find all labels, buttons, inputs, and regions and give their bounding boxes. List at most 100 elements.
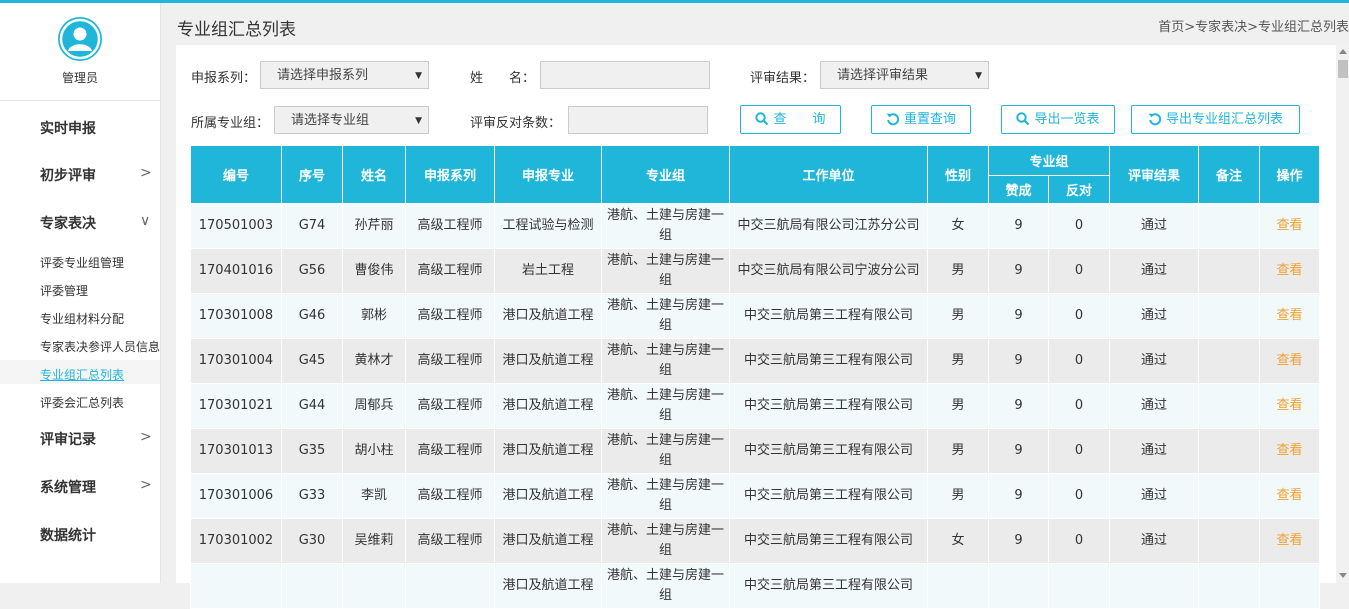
cell-unit: 中交三航局第三工程有限公司 [729, 563, 928, 609]
cell-id: 170501003 [190, 203, 282, 249]
header-gender: 性别 [927, 145, 989, 204]
scrollbar-thumb[interactable] [1338, 60, 1348, 78]
sidebar-item-realtime[interactable]: 实时申报 [40, 118, 96, 138]
series-label: 申报系列： [191, 71, 257, 86]
cell-gender: 男 [927, 248, 989, 294]
result-select[interactable]: 请选择评审结果 ▼ [820, 61, 989, 89]
table-row: 170301006 G33 李凯 高级工程师 港口及航道工程 港航、土建与房建一组 中交三航… [190, 473, 1321, 519]
sidebar-item-expert-vote[interactable]: 专家表决 [40, 213, 96, 233]
cell-unit: 中交三航局第三工程有限公司 [729, 428, 928, 474]
cell-yes [988, 563, 1049, 609]
view-link[interactable]: 查看 [1259, 428, 1321, 474]
cell-major: 港口及航道工程 [494, 518, 602, 564]
name-input[interactable] [540, 61, 710, 89]
cell-yes: 9 [988, 518, 1049, 564]
scroll-up-arrow-icon[interactable] [1339, 49, 1347, 54]
table-row: 170301004 G45 黄林才 高级工程师 港口及航道工程 港航、土建与房建一组 中交三… [190, 338, 1321, 384]
cell-remark [1198, 293, 1261, 339]
cell-yes: 9 [988, 473, 1049, 519]
view-link[interactable]: 查看 [1259, 203, 1321, 249]
export-summary-button[interactable]: 导出专业组汇总列表 [1131, 105, 1300, 134]
sidebar-item-statistics[interactable]: 数据统计 [40, 525, 96, 545]
sidebar-subitem-committee-group[interactable]: 评委专业组管理 [40, 254, 124, 271]
view-link[interactable]: 查看 [1259, 338, 1321, 384]
against-count-input[interactable] [568, 106, 708, 134]
cell-series: 高级工程师 [405, 338, 495, 384]
sidebar-divider [0, 100, 160, 101]
sidebar-subitem-participant-info[interactable]: 专家表决参评人员信息 [40, 338, 160, 355]
cell-group: 港航、土建与房建一组 [601, 248, 730, 294]
reset-button[interactable]: 重置查询 [871, 105, 971, 134]
cell-unit: 中交三航局有限公司宁波分公司 [729, 248, 928, 294]
view-link[interactable]: 查看 [1259, 293, 1321, 339]
cell-remark [1198, 428, 1261, 474]
sidebar-subitem-board-summary[interactable]: 评委会汇总列表 [40, 394, 124, 411]
sidebar-subitem-group-summary[interactable]: 专业组汇总列表 [40, 366, 124, 383]
export-list-button[interactable]: 导出一览表 [1001, 105, 1115, 134]
cell-seq: G44 [281, 383, 343, 429]
cell-major: 港口及航道工程 [494, 428, 602, 474]
cell-no: 0 [1047, 518, 1111, 564]
cell-name: 李凯 [342, 473, 406, 519]
cell-name: 黄林才 [342, 338, 406, 384]
header-name: 姓名 [342, 145, 406, 204]
cell-result: 通过 [1109, 203, 1200, 249]
header-group: 专业组 [601, 145, 730, 204]
header-result: 评审结果 [1109, 145, 1200, 204]
vertical-scrollbar[interactable] [1336, 45, 1349, 583]
table-row: 170301008 G46 郭彬 高级工程师 港口及航道工程 港航、土建与房建一组 中交三航… [190, 293, 1321, 339]
cell-seq: G74 [281, 203, 343, 249]
cell-no: 0 [1047, 473, 1111, 519]
cell-gender: 男 [927, 338, 989, 384]
export-list-button-label: 导出一览表 [1034, 112, 1100, 127]
header-unit: 工作单位 [729, 145, 928, 204]
series-select[interactable]: 请选择申报系列 ▼ [260, 61, 429, 89]
cell-series: 高级工程师 [405, 473, 495, 519]
view-link[interactable]: 查看 [1259, 383, 1321, 429]
view-link[interactable]: 查看 [1259, 518, 1321, 564]
cell-group: 港航、土建与房建一组 [601, 383, 730, 429]
avatar-icon[interactable] [58, 17, 102, 61]
table-row: 170301013 G35 胡小柱 高级工程师 港口及航道工程 港航、土建与房建一组 中交三… [190, 428, 1321, 474]
sidebar-item-review-records[interactable]: 评审记录 [40, 429, 96, 449]
cell-seq: G30 [281, 518, 343, 564]
view-link[interactable]: 查看 [1259, 473, 1321, 519]
header-id: 编号 [190, 145, 282, 204]
export-summary-button-label: 导出专业组汇总列表 [1165, 112, 1283, 127]
view-link[interactable] [1259, 563, 1321, 609]
sidebar-item-system[interactable]: 系统管理 [40, 477, 96, 497]
cell-name: 吴维莉 [342, 518, 406, 564]
cell-yes: 9 [988, 428, 1049, 474]
cell-id: 170401016 [190, 248, 282, 294]
header-no: 反对 [1047, 175, 1111, 204]
cell-id: 170301008 [190, 293, 282, 339]
view-link[interactable]: 查看 [1259, 248, 1321, 294]
cell-id [190, 563, 282, 609]
cell-result: 通过 [1109, 383, 1200, 429]
scroll-down-arrow-icon[interactable] [1339, 573, 1347, 578]
group-select[interactable]: 请选择专业组 ▼ [274, 106, 429, 134]
cell-no: 0 [1047, 428, 1111, 474]
cell-unit: 中交三航局第三工程有限公司 [729, 338, 928, 384]
cell-unit: 中交三航局有限公司江苏分公司 [729, 203, 928, 249]
sidebar-item-preliminary[interactable]: 初步评审 [40, 165, 96, 185]
cell-series: 高级工程师 [405, 428, 495, 474]
cell-yes: 9 [988, 338, 1049, 384]
sidebar-subitem-material-allocation[interactable]: 专业组材料分配 [40, 310, 124, 327]
sidebar-subitem-committee[interactable]: 评委管理 [40, 282, 88, 299]
cell-name: 曹俊伟 [342, 248, 406, 294]
cell-no [1047, 563, 1111, 609]
cell-major: 港口及航道工程 [494, 338, 602, 384]
query-button[interactable]: 查 询 [740, 105, 841, 134]
breadcrumb[interactable]: 首页>专家表决>专业组汇总列表 [1158, 16, 1349, 35]
cell-result: 通过 [1109, 473, 1200, 519]
chevron-right-icon: > [140, 429, 152, 445]
reset-button-label: 重置查询 [903, 112, 956, 127]
group-select-value: 请选择专业组 [291, 113, 370, 128]
cell-series [405, 563, 495, 609]
cell-seq: G46 [281, 293, 343, 339]
cell-major: 港口及航道工程 [494, 563, 602, 609]
cell-gender: 女 [927, 518, 989, 564]
cell-unit: 中交三航局第三工程有限公司 [729, 293, 928, 339]
group-label: 所属专业组： [191, 116, 270, 131]
